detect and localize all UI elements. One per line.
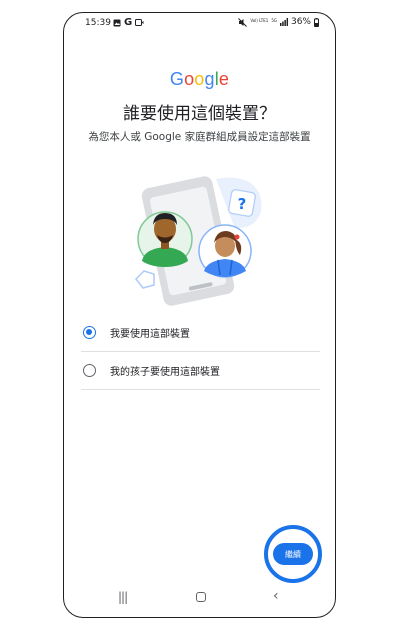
home-icon[interactable] [196, 592, 206, 602]
status-time: 15:39 [85, 18, 111, 28]
signal-icon [279, 18, 288, 26]
radio-child[interactable] [83, 364, 96, 377]
option-me-label: 我要使用這部裝置 [110, 329, 190, 340]
image-icon [113, 19, 121, 26]
svg-text:?: ? [238, 195, 247, 213]
back-button[interactable]: ‹ [273, 588, 279, 604]
mute-icon [238, 17, 248, 27]
option-me[interactable]: 我要使用這部裝置 [81, 314, 320, 352]
google-g-icon: G [124, 17, 133, 28]
navigation-bar: ||| ‹ [64, 587, 335, 607]
page-title: 誰要使用這個裝置？ [123, 104, 276, 124]
volte-indicator: Vol) LTE1 [250, 18, 269, 23]
battery-icon [314, 17, 319, 27]
status-left-icons: G [113, 17, 144, 28]
continue-highlight: 繼續 [264, 525, 322, 583]
status-bar: 15:39 G Vol) LTE1 5G 36% [64, 13, 335, 35]
option-child[interactable]: 我的孩子要使用這部裝置 [81, 352, 320, 390]
status-right: Vol) LTE1 5G 36% [238, 17, 319, 27]
video-icon [135, 19, 144, 26]
radio-me[interactable] [83, 326, 96, 339]
family-device-illustration: ? [135, 176, 262, 306]
user-options: 我要使用這部裝置 我的孩子要使用這部裝置 [81, 314, 320, 390]
battery-percent: 36% [290, 17, 311, 27]
phone-frame: 15:39 G Vol) LTE1 5G 36% Google 誰要使用這個裝置… [63, 12, 336, 618]
recents-button[interactable]: ||| [118, 590, 128, 604]
google-logo: Google [169, 69, 230, 89]
page-subtitle: 為您本人或 Google 家庭群組成員設定這部裝置 [88, 131, 311, 143]
option-child-label: 我的孩子要使用這部裝置 [110, 367, 220, 378]
network-type: 5G [271, 18, 277, 23]
continue-button[interactable]: 繼續 [273, 543, 313, 565]
